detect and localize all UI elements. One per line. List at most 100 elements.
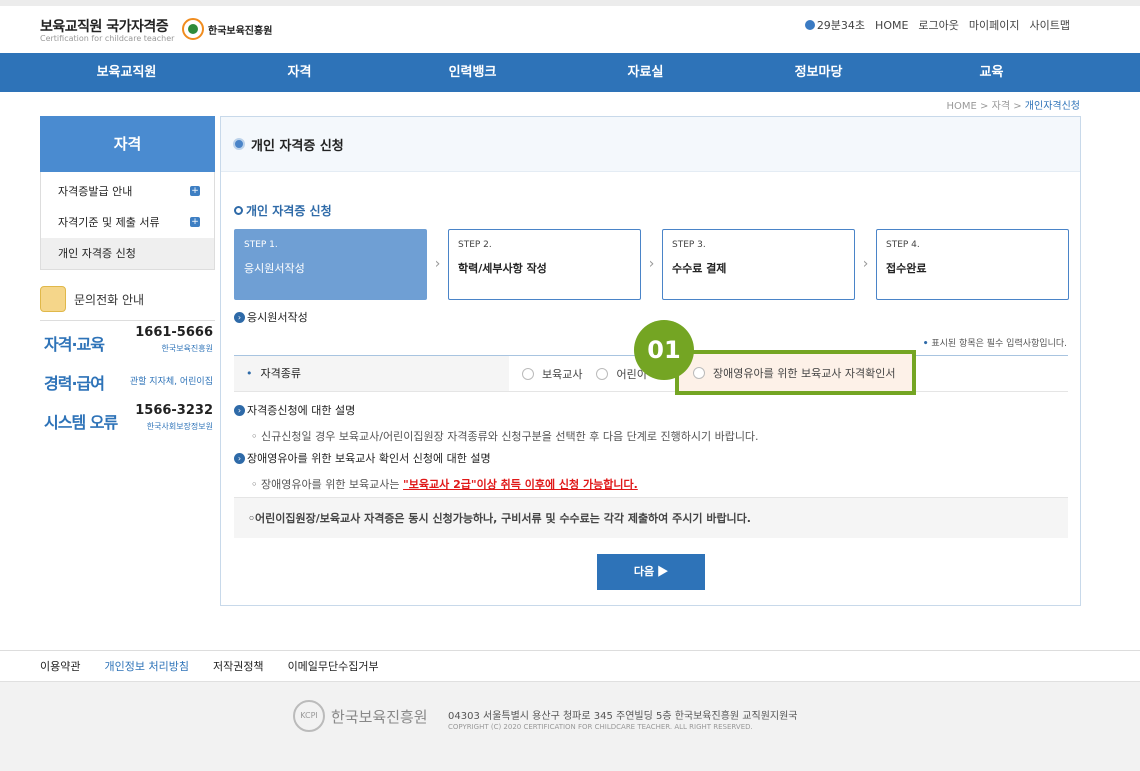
chevron-right-icon: › xyxy=(862,256,869,272)
phone-category: 자격·교육 xyxy=(44,335,105,354)
step-4: STEP 4. 접수완료 xyxy=(876,229,1069,300)
util-home-link[interactable]: HOME xyxy=(875,19,908,32)
site-title[interactable]: 보육교직원 국가자격증 xyxy=(40,16,169,36)
sidebar-item-label: 개인 자격증 신청 xyxy=(58,247,136,260)
util-mypage-link[interactable]: 마이페이지 xyxy=(969,17,1020,33)
form-heading-text: 응시원서작성 xyxy=(247,311,308,324)
sidebar-list: 자격증발급 안내 + 자격기준 및 제출 서류 + 개인 자격증 신청 xyxy=(40,172,215,270)
step-3: STEP 3. 수수료 결제 xyxy=(662,229,855,300)
radio-label[interactable]: 보육교사 xyxy=(542,366,582,382)
page-title: 개인 자격증 신청 xyxy=(251,138,344,154)
kcpi-logo-text: 한국보육진흥원 xyxy=(208,25,273,37)
sidebar-item-issuance-guide[interactable]: 자격증발급 안내 + xyxy=(41,176,214,207)
plus-icon[interactable]: + xyxy=(190,186,200,196)
util-logout-link[interactable]: 로그아웃 xyxy=(918,17,958,33)
step-label: 응시원서작성 xyxy=(244,262,305,275)
refresh-icon xyxy=(804,20,815,30)
kcpi-emblem-icon: KCPI xyxy=(293,700,325,732)
radio-daycare-director[interactable] xyxy=(596,368,609,380)
breadcrumb-sep: > xyxy=(980,101,989,112)
gnb-item-education[interactable]: 교육 xyxy=(905,53,1078,92)
breadcrumb: HOME > 자격 > 개인자격신청 xyxy=(947,97,1080,112)
section-title-text: 개인 자격증 신청 xyxy=(246,204,332,218)
sidebar-item-label: 자격기준 및 제출 서류 xyxy=(58,216,160,229)
desc1-heading-text: 자격증신청에 대한 설명 xyxy=(247,404,356,417)
sidebar-item-label: 자격증발급 안내 xyxy=(58,185,133,198)
footer-link-terms[interactable]: 이용약관 xyxy=(40,658,80,674)
gnb-item-qualification[interactable]: 자격 xyxy=(213,53,386,92)
desc2-prefix: ◦ 장애영유아를 위한 보육교사는 xyxy=(251,478,404,491)
footer-address: 04303 서울특별시 용산구 청파로 345 주연빌딩 5층 한국보육진흥원 … xyxy=(448,711,798,722)
step-2: STEP 2. 학력/세부사항 작성 xyxy=(448,229,641,300)
footer-link-privacy[interactable]: 개인정보 처리방침 xyxy=(104,658,188,674)
step-label: 접수완료 xyxy=(886,262,927,275)
kcpi-logo[interactable]: 한국보육진흥원 xyxy=(182,18,272,40)
plus-icon[interactable]: + xyxy=(190,217,200,227)
header: 보육교직원 국가자격증 Certification for childcare … xyxy=(0,6,1140,53)
field-label: 자격종류 xyxy=(234,356,509,391)
step-1: STEP 1. 응시원서작성 xyxy=(234,229,427,300)
phone-org: 한국보육진흥원 xyxy=(161,344,213,353)
breadcrumb-qualification[interactable]: 자격 xyxy=(992,101,1010,112)
breadcrumb-sep: > xyxy=(1013,101,1022,112)
radio-disabled-child-teacher-option[interactable]: 장애영유아를 위한 보육교사 자격확인서 xyxy=(675,350,916,395)
phone-number: 1566-3232 xyxy=(135,403,213,418)
breadcrumb-home[interactable]: HOME xyxy=(947,101,977,112)
step-number: STEP 4. xyxy=(886,240,920,250)
radio-childcare-teacher[interactable] xyxy=(522,368,534,380)
gnb-item-info[interactable]: 정보마당 xyxy=(732,53,905,92)
breadcrumb-current: 개인자격신청 xyxy=(1024,101,1080,112)
annotation-badge: 01 xyxy=(634,320,694,380)
bullet-icon xyxy=(233,138,245,150)
panel-header: 개인 자격증 신청 xyxy=(221,117,1080,172)
site-subtitle: Certification for childcare teacher xyxy=(40,34,175,43)
phone-org: 한국사회보장정보원 xyxy=(146,422,213,431)
step-label: 학력/세부사항 작성 xyxy=(458,262,547,275)
step-number: STEP 3. xyxy=(672,240,706,250)
required-note: • 표시된 항목은 필수 입력사항입니다. xyxy=(923,336,1067,349)
sidebar-item-criteria-docs[interactable]: 자격기준 및 제출 서류 + xyxy=(41,207,214,238)
footer: KCPI 한국보육진흥원 04303 서울특별시 용산구 청파로 345 주연빌… xyxy=(0,681,1140,771)
footer-link-email[interactable]: 이메일무단수집거부 xyxy=(288,658,379,674)
phone-org: 관할 지자체, 어린이집 xyxy=(129,377,213,387)
session-timer-text: 29분34초 xyxy=(816,19,866,32)
footer-link-copyright[interactable]: 저작권정책 xyxy=(213,658,264,674)
required-note-text: 표시된 항목은 필수 입력사항입니다. xyxy=(931,339,1067,349)
footer-copyright: COPYRIGHT (C) 2020 CERTIFICATION FOR CHI… xyxy=(448,723,753,731)
phone-row-system: 시스템 오류 1566-3232 한국사회보장정보원 xyxy=(40,399,215,438)
desc2-warning: "보육교사 2급"이상 취득 이후에 신청 가능합니다. xyxy=(403,478,638,491)
phone-row-education: 자격·교육 1661-5666 한국보육진흥원 xyxy=(40,321,215,360)
util-sitemap-link[interactable]: 사이트맵 xyxy=(1030,17,1070,33)
phone-book-icon xyxy=(40,286,66,312)
chevron-right-icon: › xyxy=(648,256,655,272)
step-number: STEP 2. xyxy=(458,240,492,250)
required-star: • xyxy=(922,339,929,349)
sidebar-item-personal-apply[interactable]: 개인 자격증 신청 xyxy=(41,238,214,269)
sidebar: 자격 자격증발급 안내 + 자격기준 및 제출 서류 + 개인 자격증 신청 문… xyxy=(40,116,215,438)
notice-box: ◦어린이집원장/보육교사 자격증은 동시 신청가능하나, 구비서류 및 수수료는… xyxy=(234,497,1068,538)
gnb-item-staff[interactable]: 보육교직원 xyxy=(40,53,213,92)
gnb-item-resources[interactable]: 자료실 xyxy=(559,53,732,92)
next-button[interactable]: 다음 ▶ xyxy=(597,554,705,590)
radio-label[interactable]: 장애영유아를 위한 보육교사 자격확인서 xyxy=(713,365,896,381)
section-title: 개인 자격증 신청 xyxy=(234,202,332,219)
desc1-heading: › 자격증신청에 대한 설명 xyxy=(234,402,355,418)
step-number: STEP 1. xyxy=(244,240,278,250)
kcpi-logo-icon xyxy=(182,18,204,40)
form-heading: › 응시원서작성 xyxy=(234,309,308,325)
session-timer[interactable]: 29분34초 xyxy=(804,17,866,33)
footer-logo: KCPI 한국보육진흥원 xyxy=(293,700,428,732)
sidebar-title: 자격 xyxy=(40,116,215,172)
main-panel: 개인 자격증 신청 개인 자격증 신청 STEP 1. 응시원서작성 › STE… xyxy=(220,116,1081,606)
arrow-circle-icon: › xyxy=(234,311,245,323)
ring-bullet-icon xyxy=(234,206,243,215)
desc2-heading-text: 장애영유아를 위한 보육교사 확인서 신청에 대한 설명 xyxy=(247,452,491,465)
desc1-text: ◦ 신규신청일 경우 보육교사/어린이집원장 자격종류와 신청구분을 선택한 후… xyxy=(251,430,759,443)
step-indicator: STEP 1. 응시원서작성 › STEP 2. 학력/세부사항 작성 › ST… xyxy=(234,229,1069,300)
phone-row-career: 경력·급여 관할 지자체, 어린이집 xyxy=(40,360,215,399)
arrow-circle-icon: › xyxy=(234,404,245,416)
global-nav: 보육교직원 자격 인력뱅크 자료실 정보마당 교육 xyxy=(0,53,1140,92)
radio-disabled-child-teacher[interactable] xyxy=(693,366,705,379)
gnb-item-talent-bank[interactable]: 인력뱅크 xyxy=(386,53,559,92)
desc2-heading: › 장애영유아를 위한 보육교사 확인서 신청에 대한 설명 xyxy=(234,450,491,466)
